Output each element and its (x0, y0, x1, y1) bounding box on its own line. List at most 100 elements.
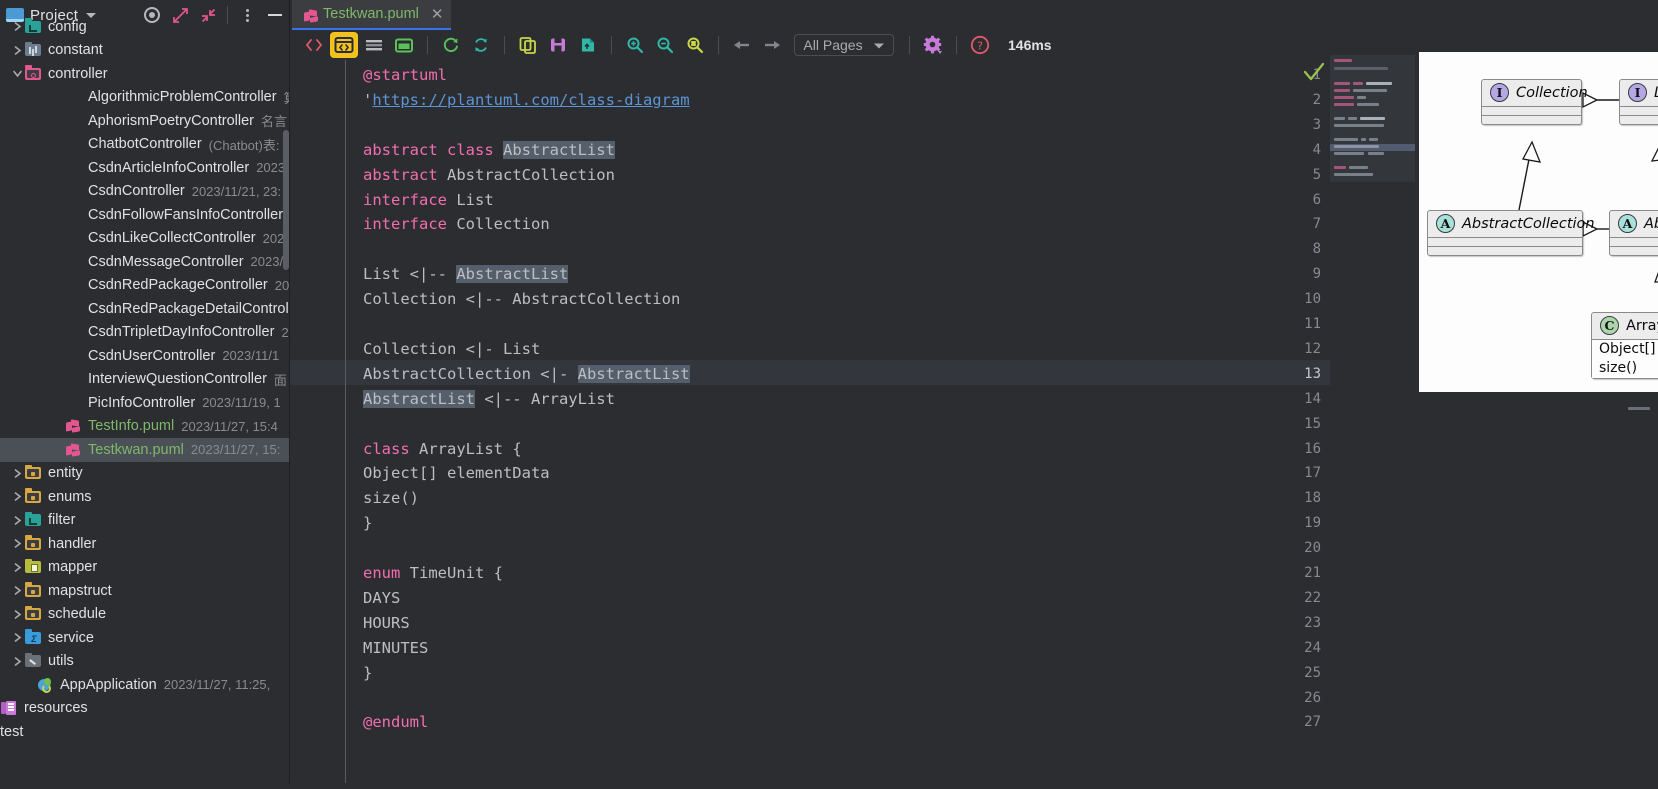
uml-class-abstractcollection[interactable]: A AbstractCollection (1427, 210, 1595, 256)
tree-item-chatbotcontroller[interactable]: ChatbotController (Chatbot)表: (0, 133, 290, 157)
code-line[interactable]: 'https://plantuml.com/class-diagram (354, 88, 690, 113)
tree-item-constant[interactable]: constant (0, 39, 290, 63)
code-line[interactable]: abstract class AbstractList (354, 138, 615, 163)
code-content[interactable]: @startuml 'https://plantuml.com/class-dia… (354, 60, 1330, 789)
tree-item-csdntripletdayinfocontroller[interactable]: CsdnTripletDayInfoController 2 (0, 321, 290, 345)
code-line[interactable]: class ArrayList { (354, 437, 522, 462)
code-line[interactable]: HOURS (354, 611, 410, 636)
code-line[interactable]: size() (354, 486, 419, 511)
code-line[interactable]: } (354, 661, 372, 686)
code-line[interactable]: Collection <|-- AbstractCollection (354, 287, 680, 312)
tree-item-appapplication[interactable]: AppApplication 2023/11/27, 11:25, (0, 673, 290, 697)
chevron-right-icon[interactable] (10, 632, 24, 643)
code-minimap[interactable] (1330, 55, 1415, 182)
tree-item-mapper[interactable]: mapper (0, 556, 290, 580)
chevron-right-icon[interactable] (10, 491, 24, 502)
uml-class-list[interactable]: I List (1619, 79, 1658, 125)
chevron-right-icon[interactable] (10, 21, 24, 32)
code-line[interactable]: Object[] elementData (354, 461, 550, 486)
tree-item-testkwan-puml[interactable]: Testkwan.puml 2023/11/27, 15: (0, 438, 290, 462)
tree-item-algorithmicproblemcontroller[interactable]: AlgorithmicProblemController算 (0, 86, 290, 110)
chevron-right-icon[interactable] (10, 538, 24, 549)
code-line[interactable]: abstract AbstractCollection (354, 163, 615, 188)
tree-item-csdnarticleinfocontroller[interactable]: CsdnArticleInfoController 2023 (0, 156, 290, 180)
code-editor[interactable]: 1 2 3 4 5 6 7 8 9 10 11 12 13 14 15 16 17 18 19 20 21 22 23 24 2… (290, 60, 1330, 789)
export-icon[interactable] (574, 32, 602, 58)
folder-grey-icon (24, 652, 42, 670)
copy-icon[interactable] (514, 32, 542, 58)
tree-item-resources[interactable]: resources (0, 697, 290, 721)
uml-class-arraylist[interactable]: C ArrayList Object[] elementDatasize() (1591, 312, 1658, 379)
code-line[interactable]: Collection <|- List (354, 337, 540, 362)
code-line[interactable]: List <|-- AbstractList (354, 262, 569, 287)
tree-item-mapstruct[interactable]: mapstruct (0, 579, 290, 603)
tree-item-config[interactable]: config (0, 15, 290, 39)
code-line[interactable] (354, 237, 363, 262)
zoom-in-icon[interactable] (621, 32, 649, 58)
auto-sync-icon[interactable] (467, 32, 495, 58)
tree-item-interviewquestioncontroller[interactable]: InterviewQuestionController 面 (0, 368, 290, 392)
tree-item-utils[interactable]: utils (0, 650, 290, 674)
tree-item-csdnfollowfansinfocontroller[interactable]: CsdnFollowFansInfoController (0, 203, 290, 227)
tree-item-csdnredpackagedetailcontrol[interactable]: CsdnRedPackageDetailControl (0, 297, 290, 321)
code-line[interactable]: MINUTES (354, 636, 428, 661)
code-line[interactable]: } (354, 511, 372, 536)
question-icon[interactable]: ? (966, 32, 994, 58)
code-line[interactable]: enum TimeUnit { (354, 561, 503, 586)
code-line[interactable]: AbstractCollection <|- AbstractList (354, 362, 690, 387)
tree-item-filter[interactable]: filter (0, 509, 290, 533)
tree-item-handler[interactable]: handler (0, 532, 290, 556)
tree-item-test[interactable]: test (0, 720, 290, 744)
zoom-fit-icon[interactable] (681, 32, 709, 58)
chevron-right-icon[interactable] (10, 515, 24, 526)
show-source-icon[interactable] (300, 32, 328, 58)
code-line[interactable]: @enduml (354, 710, 428, 735)
tree-item-entity[interactable]: entity (0, 462, 290, 486)
show-preview-icon[interactable] (390, 32, 418, 58)
chevron-right-icon[interactable] (10, 585, 24, 596)
chevron-right-icon[interactable] (10, 45, 24, 56)
code-line[interactable] (354, 536, 363, 561)
tree-item-service[interactable]: Σservice (0, 626, 290, 650)
chevron-right-icon[interactable] (10, 656, 24, 667)
save-icon[interactable] (544, 32, 572, 58)
code-line[interactable]: DAYS (354, 586, 400, 611)
code-line[interactable]: interface List (354, 188, 494, 213)
chevron-down-icon (873, 37, 885, 53)
uml-class-collection[interactable]: I Collection (1481, 79, 1588, 125)
uml-diagram-preview[interactable]: I Collection I List A AbstractCollection A Abst… (1419, 52, 1658, 392)
tree-item-csdnusercontroller[interactable]: CsdnUserController 2023/11/1 (0, 344, 290, 368)
code-line[interactable]: @startuml (354, 63, 447, 88)
code-line[interactable]: AbstractList <|-- ArrayList (354, 387, 615, 412)
tree-item-controller[interactable]: controller (0, 62, 290, 86)
tree-item-csdnlikecollectcontroller[interactable]: CsdnLikeCollectController 202 (0, 227, 290, 251)
tree-item-csdncontroller[interactable]: CsdnController 2023/11/21, 23: (0, 180, 290, 204)
tree-item-picinfocontroller[interactable]: PicInfoController 2023/11/19, 1 (0, 391, 290, 415)
tree-item-csdnredpackagecontroller[interactable]: CsdnRedPackageController 20 (0, 274, 290, 298)
tree-item-aphorismpoetrycontroller[interactable]: AphorismPoetryController 名言 (0, 109, 290, 133)
tree-item-testinfo-puml[interactable]: TestInfo.puml 2023/11/27, 15:4 (0, 415, 290, 439)
tree-item-csdnmessagecontroller[interactable]: CsdnMessageController 2023/ (0, 250, 290, 274)
chevron-down-icon[interactable] (10, 68, 24, 79)
code-line[interactable] (354, 412, 363, 437)
code-line[interactable] (354, 312, 363, 337)
show-lines-icon[interactable] (360, 32, 388, 58)
code-line[interactable] (354, 686, 363, 711)
page-selector[interactable]: All Pages (794, 34, 894, 56)
tab-testkwan-puml[interactable]: Testkwan.puml ✕ (292, 0, 452, 30)
chevron-right-icon[interactable] (10, 468, 24, 479)
uml-class-abstractlist[interactable]: A AbstractList (1609, 210, 1658, 256)
refresh-icon[interactable] (437, 32, 465, 58)
close-icon[interactable]: ✕ (431, 7, 444, 22)
prev-page-icon[interactable] (728, 32, 756, 58)
next-page-icon[interactable] (758, 32, 786, 58)
zoom-out-icon[interactable] (651, 32, 679, 58)
code-line[interactable] (354, 113, 363, 138)
tree-item-schedule[interactable]: schedule (0, 603, 290, 627)
show-split-editor-icon[interactable] (330, 32, 358, 58)
tree-item-enums[interactable]: enums (0, 485, 290, 509)
code-line[interactable]: interface Collection (354, 212, 550, 237)
chevron-right-icon[interactable] (10, 562, 24, 573)
gear-icon[interactable] (919, 32, 947, 58)
chevron-right-icon[interactable] (10, 609, 24, 620)
